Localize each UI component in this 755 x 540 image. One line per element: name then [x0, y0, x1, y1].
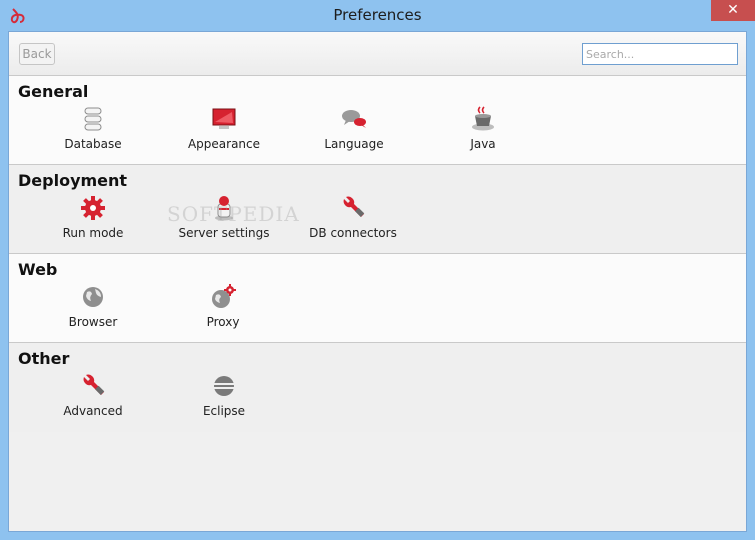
- section-title: Deployment: [18, 171, 128, 190]
- watermark: SOFTPEDIA: [167, 202, 300, 226]
- preferences-content: Back General Database Appearance: [8, 31, 747, 532]
- globe-gear-icon: [212, 284, 236, 308]
- pref-item-label: Appearance: [187, 137, 261, 151]
- section-deployment: Deployment Run mode Server settings DB c…: [9, 165, 746, 254]
- java-cup-icon: [472, 106, 494, 131]
- pref-item-label: Java: [470, 137, 496, 151]
- pref-item-label: Server settings: [178, 226, 270, 240]
- pref-item-db-connectors[interactable]: DB connectors: [298, 194, 408, 246]
- pref-item-browser[interactable]: Browser: [38, 283, 148, 335]
- close-button[interactable]: ✕: [711, 0, 755, 21]
- section-other: Other Advanced Eclipse: [9, 343, 746, 432]
- wrench-icon: [83, 374, 105, 395]
- preferences-window: Preferences ✕ Back General Database: [0, 0, 755, 540]
- title-bar[interactable]: Preferences ✕: [0, 0, 755, 32]
- pref-item-database[interactable]: Database: [38, 105, 148, 157]
- back-button[interactable]: Back: [19, 43, 55, 65]
- pref-item-language[interactable]: Language: [299, 105, 409, 157]
- eclipse-icon: [214, 376, 234, 396]
- monitor-icon: [212, 108, 236, 129]
- pref-item-proxy[interactable]: Proxy: [168, 283, 278, 335]
- database-icon: [84, 107, 102, 131]
- globe-icon: [83, 287, 103, 307]
- toolbar: Back: [9, 32, 746, 76]
- section-general: General Database Appearance Language Jav…: [9, 76, 746, 165]
- section-title: Other: [18, 349, 70, 368]
- window-title: Preferences: [333, 6, 422, 24]
- pref-item-label: Browser: [68, 315, 118, 329]
- pref-item-label: DB connectors: [309, 226, 397, 240]
- section-title: Web: [18, 260, 58, 279]
- pref-item-java[interactable]: Java: [428, 105, 538, 157]
- pref-item-label: Language: [324, 137, 384, 151]
- pref-item-label: Database: [64, 137, 122, 151]
- section-web: Web Browser Proxy: [9, 254, 746, 343]
- gear-icon: [81, 196, 105, 220]
- pref-item-appearance[interactable]: Appearance: [169, 105, 279, 157]
- pref-item-label: Eclipse: [202, 404, 246, 418]
- section-title: General: [18, 82, 89, 101]
- wrench-icon: [343, 196, 365, 217]
- pref-item-eclipse[interactable]: Eclipse: [169, 372, 279, 424]
- pref-item-label: Run mode: [62, 226, 124, 240]
- speech-bubbles-icon: [342, 110, 366, 128]
- pref-item-run-mode[interactable]: Run mode: [38, 194, 148, 246]
- pref-item-advanced[interactable]: Advanced: [38, 372, 148, 424]
- pref-item-label: Advanced: [63, 404, 123, 418]
- pref-item-label: Proxy: [206, 315, 240, 329]
- search-input[interactable]: [582, 43, 738, 65]
